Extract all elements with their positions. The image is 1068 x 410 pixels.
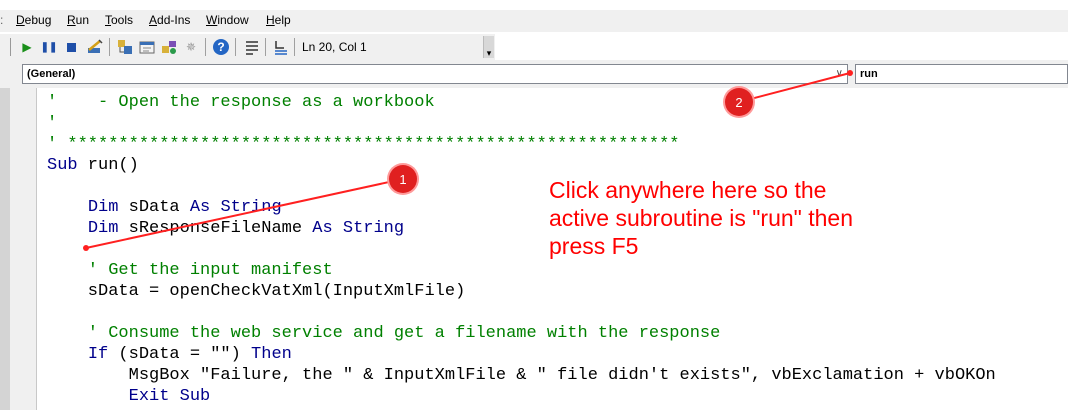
code-line[interactable]: ' bbox=[47, 113, 996, 134]
menu-window[interactable]: Window bbox=[206, 13, 249, 27]
cursor-position: Ln 20, Col 1 bbox=[302, 40, 367, 54]
stop-icon[interactable] bbox=[62, 38, 80, 56]
toolbar-separator bbox=[205, 38, 206, 56]
comment-block-icon[interactable] bbox=[272, 38, 290, 56]
code-token: ' Get the input manifest bbox=[47, 261, 333, 280]
combo-bar: (General) ∨ run bbox=[0, 60, 1068, 88]
code-line[interactable] bbox=[47, 176, 996, 197]
code-line[interactable]: MsgBox "Failure, the " & InputXmlFile & … bbox=[47, 365, 996, 386]
code-line[interactable]: ' **************************************… bbox=[47, 134, 996, 155]
code-token: (sData = "") bbox=[108, 345, 252, 364]
object-combobox-value: (General) bbox=[27, 68, 76, 80]
code-line[interactable] bbox=[47, 239, 996, 260]
toolbar-overflow-chevron-icon[interactable]: ▾ bbox=[483, 36, 494, 58]
toolbar-grip bbox=[10, 38, 11, 56]
code-token: As String bbox=[189, 198, 282, 217]
chevron-down-icon[interactable]: ∨ bbox=[836, 65, 843, 83]
code-token: Then bbox=[251, 345, 292, 364]
properties-window-icon[interactable] bbox=[138, 38, 156, 56]
menu-run[interactable]: Run bbox=[67, 13, 89, 27]
menu-overflow-marker: : bbox=[0, 13, 4, 27]
toolbar-separator bbox=[294, 38, 295, 56]
toolbar: ▶ ❚❚ ✵ ? Ln 20, Col 1 ▾ bbox=[0, 34, 495, 61]
code-line[interactable]: ' Consume the web service and get a file… bbox=[47, 323, 996, 344]
editor-left-strip bbox=[0, 88, 10, 410]
procedure-combobox-value: run bbox=[860, 68, 878, 80]
code-token: If bbox=[87, 345, 109, 364]
list-properties-icon[interactable] bbox=[243, 38, 261, 56]
annotation-instruction: Click anywhere here so the active subrou… bbox=[549, 177, 853, 259]
toolbox-icon[interactable]: ✵ bbox=[182, 38, 200, 56]
code-line[interactable]: ' - Open the response as a workbook bbox=[47, 92, 996, 113]
code-token: Exit Sub bbox=[128, 387, 211, 406]
code-token: sResponseFileName bbox=[118, 219, 313, 238]
menu-add-ins[interactable]: Add-Ins bbox=[149, 13, 190, 27]
code-token: MsgBox "Failure, the " & InputXmlFile & … bbox=[47, 366, 996, 385]
object-combobox[interactable]: (General) ∨ bbox=[22, 64, 848, 84]
code-token: ' Consume the web service and get a file… bbox=[47, 324, 721, 343]
run-icon[interactable]: ▶ bbox=[18, 38, 36, 56]
step-badge-2: 2 bbox=[725, 88, 753, 116]
project-explorer-icon[interactable] bbox=[116, 38, 134, 56]
code-token: ' - Open the response as a workbook bbox=[47, 93, 435, 112]
code-line[interactable]: Dim sResponseFileName As String bbox=[47, 218, 996, 239]
code-token: As String bbox=[312, 219, 405, 238]
object-browser-icon[interactable] bbox=[160, 38, 178, 56]
code-line[interactable]: sData = openCheckVatXml(InputXmlFile) bbox=[47, 281, 996, 302]
code-token: ' bbox=[47, 114, 58, 133]
code-token: Dim bbox=[87, 219, 119, 238]
menu-tools[interactable]: Tools bbox=[105, 13, 133, 27]
code-line[interactable]: Dim sData As String bbox=[47, 197, 996, 218]
toolbar-separator bbox=[265, 38, 266, 56]
code-line[interactable]: Sub run() bbox=[47, 155, 996, 176]
code-line[interactable] bbox=[47, 302, 996, 323]
code-line[interactable]: ' Get the input manifest bbox=[47, 260, 996, 281]
code-line[interactable]: Exit Sub bbox=[47, 386, 996, 407]
code-line[interactable]: If (sData = "") Then bbox=[47, 344, 996, 365]
code-token: Sub bbox=[47, 156, 78, 175]
procedure-combobox[interactable]: run bbox=[855, 64, 1068, 84]
code-token: sData bbox=[118, 198, 190, 217]
code-token: ' **************************************… bbox=[47, 135, 680, 154]
toolbar-separator bbox=[109, 38, 110, 56]
pause-icon[interactable]: ❚❚ bbox=[40, 38, 58, 56]
menu-help[interactable]: Help bbox=[266, 13, 291, 27]
code-editor[interactable]: ' - Open the response as a workbook ' ' **… bbox=[47, 92, 996, 407]
design-mode-icon[interactable] bbox=[86, 38, 104, 56]
code-token: run() bbox=[77, 156, 139, 175]
editor-margin-indicator-bar[interactable] bbox=[10, 88, 37, 410]
step-badge-1: 1 bbox=[389, 165, 417, 193]
code-token: sData = openCheckVatXml(InputXmlFile) bbox=[47, 282, 466, 301]
code-token: Dim bbox=[87, 198, 119, 217]
menu-debug[interactable]: Debug bbox=[16, 13, 51, 27]
toolbar-separator bbox=[235, 38, 236, 56]
help-icon[interactable]: ? bbox=[212, 38, 230, 56]
menu-bar: : Debug Run Tools Add-Ins Window Help bbox=[0, 10, 1068, 32]
